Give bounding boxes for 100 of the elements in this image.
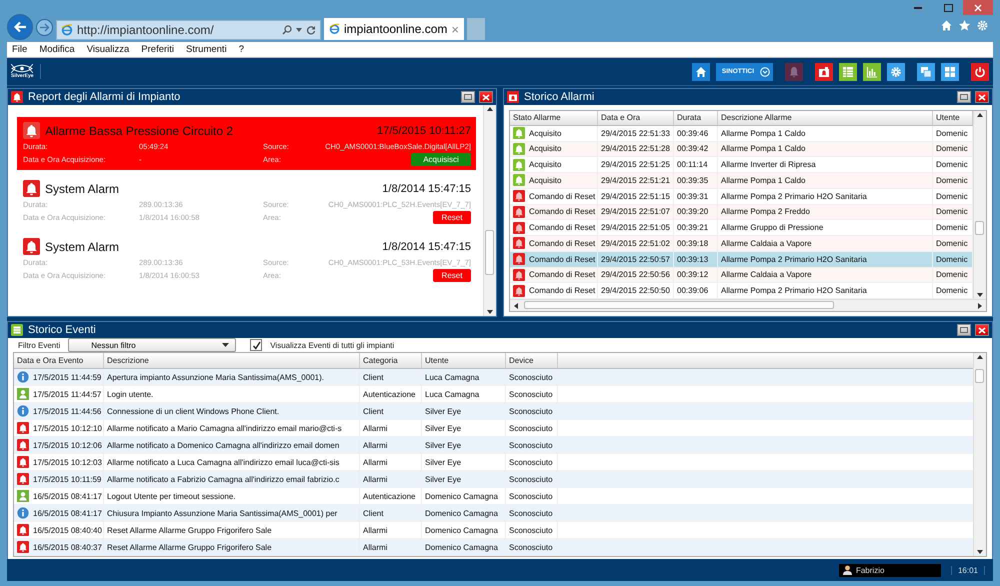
scroll-arrow-icon[interactable] <box>977 113 983 117</box>
address-bar[interactable]: http://impiantoonline.com/ <box>56 20 321 40</box>
table-button[interactable] <box>839 62 857 80</box>
forward-button[interactable] <box>36 19 53 36</box>
close-button[interactable] <box>975 91 989 103</box>
table-cell: Allarme Pompa 2 Primario H2O Sanitaria <box>718 188 933 204</box>
filter-label: Filtro Eventi <box>18 340 60 350</box>
table-cell: Acquisito <box>529 160 562 170</box>
scroll-thumb[interactable] <box>975 221 984 235</box>
column-header[interactable]: Durata <box>674 111 718 125</box>
scroll-thumb[interactable] <box>975 369 984 383</box>
column-header[interactable]: Descrizione Allarme <box>718 111 933 125</box>
close-button[interactable] <box>963 0 993 15</box>
back-button[interactable] <box>7 14 33 40</box>
table-row[interactable]: Acquisito 29/4/2015 22:51:28 00:39:42 Allarme Pompa 1 Caldo Domenic <box>510 142 973 158</box>
gear-button[interactable] <box>887 62 905 80</box>
windows-button[interactable] <box>917 62 935 80</box>
table-cell: Domenico Camagna <box>422 522 506 538</box>
dropdown-caret-icon[interactable] <box>296 28 302 32</box>
user-icon <box>842 565 852 575</box>
column-header[interactable]: Stato Allarme <box>510 111 598 125</box>
scroll-arrow-icon[interactable] <box>977 550 983 554</box>
home-button[interactable] <box>692 62 710 80</box>
table-row[interactable]: Acquisito 29/4/2015 22:51:25 00:11:14 Allarme Inverter di Ripresa Domenic <box>510 157 973 174</box>
star-icon[interactable] <box>959 20 970 31</box>
settings-icon <box>890 66 902 78</box>
column-header[interactable]: Utente <box>422 353 506 368</box>
acquire-button[interactable]: Acquisisci <box>411 153 471 166</box>
table-row[interactable]: Comando di Reset 29/4/2015 22:51:02 00:39:18 Allarme Caldaia a Vapore Domenic <box>510 236 973 252</box>
home-icon[interactable] <box>941 20 952 31</box>
close-button[interactable] <box>975 324 989 336</box>
vertical-scrollbar[interactable] <box>973 353 986 556</box>
bell-button[interactable] <box>785 62 803 80</box>
table-cell: Sconosciuto <box>506 420 558 436</box>
refresh-icon[interactable] <box>306 25 316 35</box>
table-row[interactable]: Comando di Reset 29/4/2015 22:51:15 00:39:31 Allarme Pompa 2 Primario H2O Sanitaria Domenic <box>510 188 973 205</box>
table-row[interactable]: Acquisito 29/4/2015 22:51:21 00:39:35 Allarme Pompa 1 Caldo Domenic <box>510 173 973 189</box>
bell-icon <box>17 524 29 536</box>
filter-dropdown[interactable]: Nessun filtro <box>68 338 236 352</box>
table-row[interactable]: 17/5/2015 10:12:10 Allarme notificato a Mario Camagna all'indirizzo email mario@cti-s Allarmi Silver Eye Sconosciuto <box>14 420 973 437</box>
table-row[interactable]: Comando di Reset 29/4/2015 22:51:07 00:39:20 Allarme Pompa 2 Freddo Domenic <box>510 204 973 220</box>
table-row[interactable]: Comando di Reset 29/4/2015 22:51:05 00:39:21 Allarme Gruppo di Pressione Domenic <box>510 220 973 236</box>
grid-button[interactable] <box>941 62 959 80</box>
column-header[interactable]: Descrizione <box>104 353 360 368</box>
table-row[interactable]: Comando di Reset 29/4/2015 22:50:50 00:39:06 Allarme Pompa 2 Primario H2O Sanitaria Domenic <box>510 283 973 299</box>
restore-button[interactable] <box>957 91 971 103</box>
table-row[interactable]: 17/5/2015 11:44:56 Connessione di un client Windows Phone Client. Client Silver Eye Sconosciuto <box>14 403 973 420</box>
reset-button[interactable]: Reset <box>433 269 471 282</box>
table-cell: Allarme notificato a Mario Camagna all'indirizzo email mario@cti-s <box>104 420 360 436</box>
scroll-thumb[interactable] <box>524 301 834 309</box>
scroll-arrow-icon[interactable] <box>514 302 518 308</box>
close-button[interactable] <box>479 91 493 103</box>
menu-item[interactable]: File <box>12 44 28 55</box>
vertical-scrollbar[interactable] <box>483 105 496 316</box>
maximize-icon <box>944 4 952 12</box>
column-header[interactable]: Device <box>506 353 558 368</box>
horizontal-scrollbar[interactable] <box>510 299 986 311</box>
power-button[interactable] <box>971 62 989 80</box>
restore-button[interactable] <box>957 324 971 336</box>
table-row[interactable]: 17/5/2015 11:44:57 Login utente. Autenticazione Luca Camagna Sconosciuto <box>14 386 973 403</box>
search-icon[interactable] <box>282 25 292 35</box>
table-row[interactable]: 16/5/2015 08:41:17 Logout Utente per timeout sessione. Autenticazione Domenico Camagna Sconosciuto <box>14 488 973 505</box>
table-row[interactable]: 16/5/2015 08:40:40 Reset Allarme Allarme Gruppo Frigorifero Sale Allarmi Domenico Camagna Sconosciuto <box>14 522 973 539</box>
scroll-arrow-icon[interactable] <box>977 355 983 359</box>
menu-item[interactable]: ? <box>238 44 244 55</box>
reset-button[interactable]: Reset <box>433 211 471 224</box>
column-header[interactable]: Categoria <box>360 353 422 368</box>
vertical-scrollbar[interactable] <box>973 111 986 299</box>
user-icon <box>17 388 29 400</box>
table-row[interactable]: 17/5/2015 10:11:59 Allarme notificato a Fabrizio Camagna all'indirizzo email fabrizio.c Allarmi Silver Eye Sconosciuto <box>14 471 973 488</box>
column-header[interactable]: Data e Ora <box>598 111 674 125</box>
menu-item[interactable]: Preferiti <box>141 44 174 55</box>
scroll-thumb[interactable] <box>485 230 494 275</box>
table-cell: 29/4/2015 22:51:02 <box>598 236 674 251</box>
scroll-arrow-icon[interactable] <box>487 107 493 111</box>
table-row[interactable]: 16/5/2015 08:40:37 Reset Allarme Allarme Gruppo Frigorifero Sale Allarmi Domenico Camagna Sconosciuto <box>14 539 973 556</box>
restore-button[interactable] <box>461 91 475 103</box>
chevron-down-icon <box>760 66 770 76</box>
checkbox[interactable] <box>250 339 262 351</box>
table-cell: Comando di Reset <box>529 254 596 264</box>
alarm-title: Allarme Bassa Pressione Circuito 2 <box>45 124 234 138</box>
settings-icon[interactable] <box>977 20 988 31</box>
table-row[interactable]: Comando di Reset 29/4/2015 22:50:56 00:39:12 Allarme Caldaia a Vapore Domenic <box>510 268 973 284</box>
table-row[interactable]: 17/5/2015 11:44:59 Apertura impianto Assunzione Maria Santissima(AMS_0001). Client Luca Camagna Sconosciuto <box>14 369 973 386</box>
table-cell: Acquisito <box>529 144 562 154</box>
menu-item[interactable]: Visualizza <box>86 44 130 55</box>
column-header[interactable]: Data e Ora Evento <box>14 353 104 368</box>
chart-button[interactable] <box>863 62 881 80</box>
table-row[interactable]: Acquisito 29/4/2015 22:51:33 00:39:46 Allarme Pompa 1 Caldo Domenic <box>510 126 973 142</box>
table-cell: Domenico Camagna <box>422 488 506 504</box>
alarm-button[interactable] <box>815 62 833 80</box>
table-row[interactable]: Comando di Reset 29/4/2015 22:50:57 00:39:13 Allarme Pompa 2 Primario H2O Sanitaria Domenic <box>510 252 973 268</box>
table-row[interactable]: 17/5/2015 10:12:03 Allarme notificato a Luca Camagna all'indirizzo email luca@cti-sis Allarmi Silver Eye Sconosciuto <box>14 454 973 471</box>
browser-tab[interactable]: impiantoonline.com × <box>324 18 464 40</box>
acknowledged-bell-icon <box>513 127 525 140</box>
table-row[interactable]: 16/5/2015 08:41:17 Chiusura Impianto Assunzione Maria Santissima(AMS_0001) per Client Domenico Camagna Sconosciuto <box>14 505 973 522</box>
menu-item[interactable]: Strumenti <box>186 44 227 55</box>
menu-item[interactable]: Modifica <box>39 44 75 55</box>
table-row[interactable]: 17/5/2015 10:12:06 Allarme notificato a Domenico Camagna all'indirizzo email domen Allarmi Silver Eye Sconosciuto <box>14 437 973 454</box>
scroll-arrow-icon[interactable] <box>487 310 493 314</box>
